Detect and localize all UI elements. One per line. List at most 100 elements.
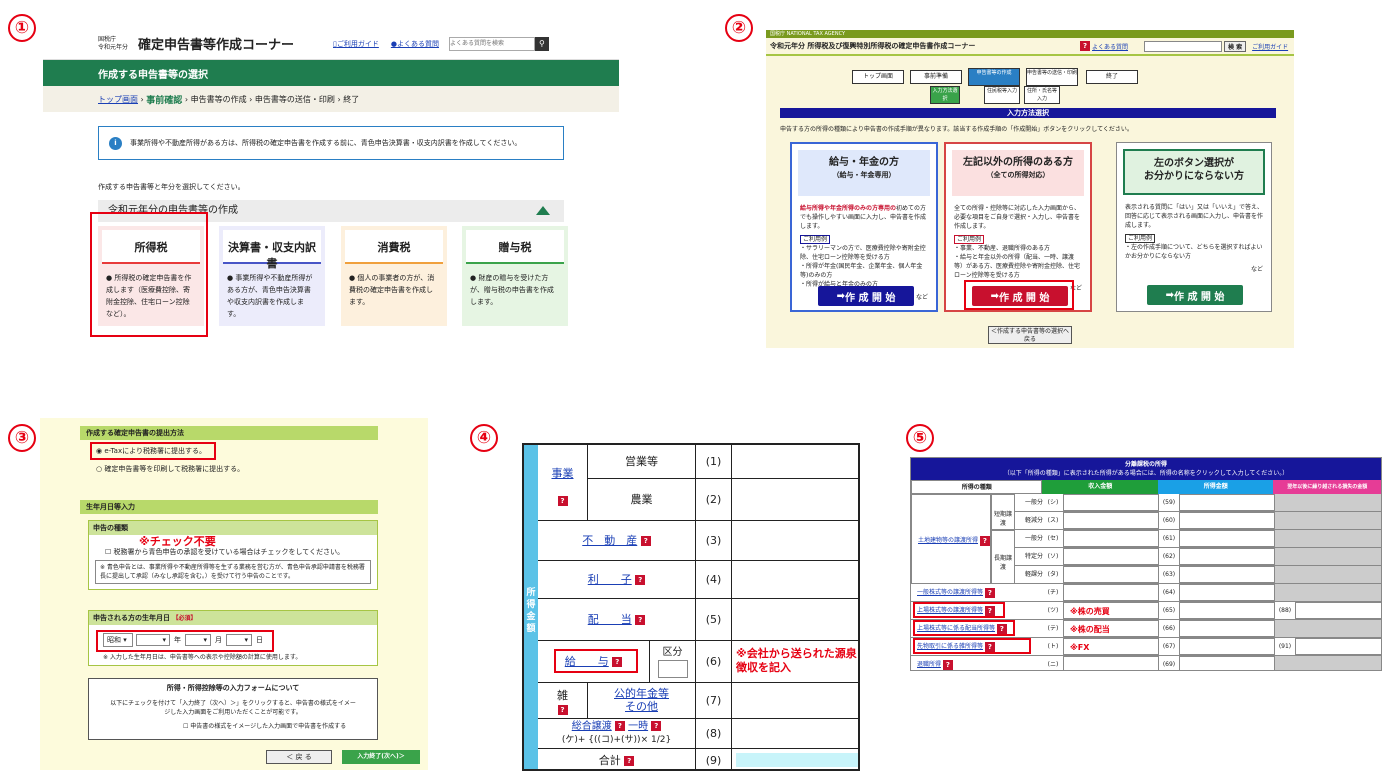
help-icon[interactable]: ? <box>979 535 990 546</box>
help-icon[interactable]: ? <box>557 496 568 506</box>
p5-subtitle: （以下「所得の種類」に表示された所得がある場合には、所得の名称をクリックして入力… <box>1003 470 1289 477</box>
label-sales: 営業等 <box>588 445 696 479</box>
crumb-step: 申告書等の送信・印刷 <box>254 94 335 104</box>
radio-print[interactable]: ○ 確定申告書等を印刷して税務署に提出する。 <box>96 464 244 474</box>
birth-section: 生年月日等入力 <box>80 500 378 514</box>
help-icon[interactable]: ? <box>640 536 651 546</box>
formula-text: (ケ)+ {((コ)+(サ))× 1/2} <box>561 735 672 745</box>
start-button-help[interactable]: ➡ 作 成 開 始 <box>1147 285 1243 305</box>
col-carryover: 翌年以後に繰り越される損失の金額 <box>1273 480 1381 494</box>
amount-input[interactable] <box>732 445 858 479</box>
help-icon: ? <box>1080 41 1090 51</box>
year-label: 令和元年分 <box>98 43 129 51</box>
panel-separate-taxation: 分離課税の所得 （以下「所得の種類」に表示された所得がある場合には、所得の名称を… <box>910 457 1382 671</box>
faq-link[interactable]: よくある質問 <box>1092 42 1144 51</box>
row-number: (3) <box>696 521 732 561</box>
highlight-birthdate <box>96 630 274 652</box>
p2-instruction: 申告する方の所得の種類により申告書の作成手順が異なります。該当する作成手順の「作… <box>780 126 1133 133</box>
blue-checkbox[interactable]: ☐ 税務署から青色申告の承認を受けている場合はチェックをしてください。 <box>89 535 377 557</box>
land-cell: 土地建物等の譲渡所得 ? <box>911 494 991 584</box>
form-checkbox[interactable]: ☐ 申告書の様式をイメージした入力画面で申告書を作成する <box>89 717 377 730</box>
substep-resident: 住民税等入力 <box>984 86 1020 104</box>
business-link[interactable]: 事業 <box>552 467 574 480</box>
highlight-salary <box>554 649 638 673</box>
card-desc: ● 事業所得や不動産所得がある方が、青色申告決算書や収支内訳書を作成します。 <box>227 274 313 318</box>
faq-link[interactable]: ●よくある質問 <box>391 39 439 49</box>
kind-box: 申告の種類 ※チェック不要 ☐ 税務署から青色申告の承認を受けている場合はチェッ… <box>88 520 378 590</box>
col-revenue: 収入金額 <box>1042 480 1158 494</box>
next-button[interactable]: 入力終了(次へ)＞ <box>342 750 420 764</box>
step-marker-4: ④ <box>470 424 498 452</box>
info-icon: i <box>109 136 122 150</box>
faq-search-input[interactable] <box>448 36 535 51</box>
row-number: (9) <box>696 749 732 769</box>
card-title: 消費税 <box>345 230 443 264</box>
label-farm: 農業 <box>588 479 696 521</box>
p5-columns: 所得の種類 収入金額 所得金額 翌年以後に繰り越される損失の金額 <box>911 480 1381 494</box>
card-financial-statement[interactable]: 決算書・収支内訳書 ● 事業所得や不動産所得がある方が、青色申告決算書や収支内訳… <box>219 226 325 326</box>
search-icon[interactable]: ⚲ <box>534 36 549 51</box>
panel-income-form: 所得金額 事業? 営業等 農業 (1) (2) 不 動 産 ? (3) 利 子 … <box>522 443 860 771</box>
collapse-icon[interactable] <box>536 206 550 215</box>
form-box: 所得・所得控除等の入力フォームについて 以下にチェックを付けて「入力終了（次へ）… <box>88 678 378 740</box>
row-general-stock: 一般株式等の譲渡所得等 ? (チ) (64) <box>911 584 1381 602</box>
back-button[interactable]: ＜ 戻 る <box>266 750 332 764</box>
breadcrumb: トップ画面 › 事前確認 › 申告書等の作成 › 申告書等の送信・印刷 › 終了 <box>43 86 619 112</box>
highlight-listed-dividend <box>913 620 1015 636</box>
card-desc: ● 個人の事業者の方が、消費税の確定申告書を作成します。 <box>349 274 435 306</box>
p2-header: 令和元年分 所得税及び復興特別所得税の確定申告書作成コーナー ? よくある質問 検… <box>766 38 1294 56</box>
amount-input[interactable] <box>732 479 858 521</box>
box-body: 全ての所得・控除等に対応した入力画面から、必要な項目をご自身で選択・入力し、申告… <box>954 205 1081 230</box>
card-gift-tax[interactable]: 贈与税 ● 財産の贈与を受けた方が、贈与税の申告書を作成します。 <box>462 226 568 326</box>
row-total: 合計 ? (9) <box>538 749 858 769</box>
help-icon[interactable]: ? <box>624 756 635 766</box>
help-icon[interactable]: ? <box>635 615 646 625</box>
card-consumption-tax[interactable]: 消費税 ● 個人の事業者の方が、消費税の確定申告書を作成します。 <box>341 226 447 326</box>
temporary-link[interactable]: 一時 <box>628 721 648 732</box>
start-button-salary[interactable]: ➡ 作 成 開 始 <box>818 286 914 306</box>
step-marker-5: ⑤ <box>906 424 934 452</box>
back-button[interactable]: ＜作成する申告書等の選択へ戻る <box>988 326 1072 344</box>
section-title: 入力方法選択 <box>780 108 1276 118</box>
step-marker-1: ① <box>8 14 36 42</box>
form-text: 以下にチェックを付けて「入力終了（次へ）＞」をクリックすると、申告書の様式をイメ… <box>110 700 356 716</box>
required-badge: 必須 <box>178 615 191 622</box>
highlight-start-other <box>964 280 1074 310</box>
total-label: 合計 <box>598 754 621 767</box>
kubun-input[interactable] <box>657 660 688 678</box>
help-icon[interactable]: ? <box>557 705 568 715</box>
info-text: 事業所得や不動産所得がある方は、所得税の確定申告書を作成する前に、青色申告決算書… <box>130 139 522 147</box>
side-label: 所得金額 <box>526 588 536 634</box>
land-link[interactable]: 土地建物等の譲渡所得 <box>918 537 978 544</box>
short-label: 短期譲渡 <box>991 494 1015 530</box>
box-lead: 給与所得や年金所得のみの方専用の <box>800 205 897 212</box>
salary-note: ※会社から送られた源泉徴収を記入 <box>736 647 857 674</box>
help-icon[interactable]: ? <box>614 721 625 731</box>
real-estate-link[interactable]: 不 動 産 <box>582 534 637 547</box>
guide-link[interactable]: ▯ご利用ガイド <box>333 39 379 49</box>
help-icon[interactable]: ? <box>635 575 646 585</box>
highlight-etax <box>90 442 216 460</box>
row-number: (4) <box>696 561 732 599</box>
interest-link[interactable]: 利 子 <box>588 573 632 586</box>
agency-label: 国税庁 <box>98 35 117 43</box>
box-head: 給与・年金の方 （給与・年金専用） <box>798 150 930 196</box>
crumb-top[interactable]: トップ画面 <box>98 94 138 105</box>
row-number: (2) <box>696 479 732 521</box>
dividend-link[interactable]: 配 当 <box>588 613 632 626</box>
step-create: 申告書等の作成 <box>968 68 1020 86</box>
transfer-link[interactable]: 総合譲渡 <box>572 721 612 732</box>
usage-label: ご利用例 <box>954 235 985 244</box>
step-end: 終了 <box>1086 70 1138 84</box>
box-head: 左のボタン選択が お分かりにならない方 <box>1123 149 1265 195</box>
pension-link[interactable]: 公的年金等 その他 <box>614 687 669 713</box>
birth-title: 申告される方の生年月日 <box>93 614 170 622</box>
guide-link[interactable]: ご利用ガイド <box>1252 42 1288 51</box>
p2-search-button[interactable]: 検 索 <box>1224 40 1247 52</box>
help-icon[interactable]: ? <box>651 721 662 731</box>
blue-note: ※ 青色申告とは、事業所得や不動産所得等を生ずる業務を営む方が、青色申告承認申請… <box>95 560 371 584</box>
p5-header: 分離課税の所得 （以下「所得の種類」に表示された所得がある場合には、所得の名称を… <box>911 458 1381 480</box>
panel-form-selection: 国税庁 令和元年分 確定申告書等作成コーナー ▯ご利用ガイド ●よくある質問 ⚲… <box>43 28 619 354</box>
box-etc: など <box>1250 266 1263 273</box>
p2-search-input[interactable] <box>1144 40 1222 52</box>
